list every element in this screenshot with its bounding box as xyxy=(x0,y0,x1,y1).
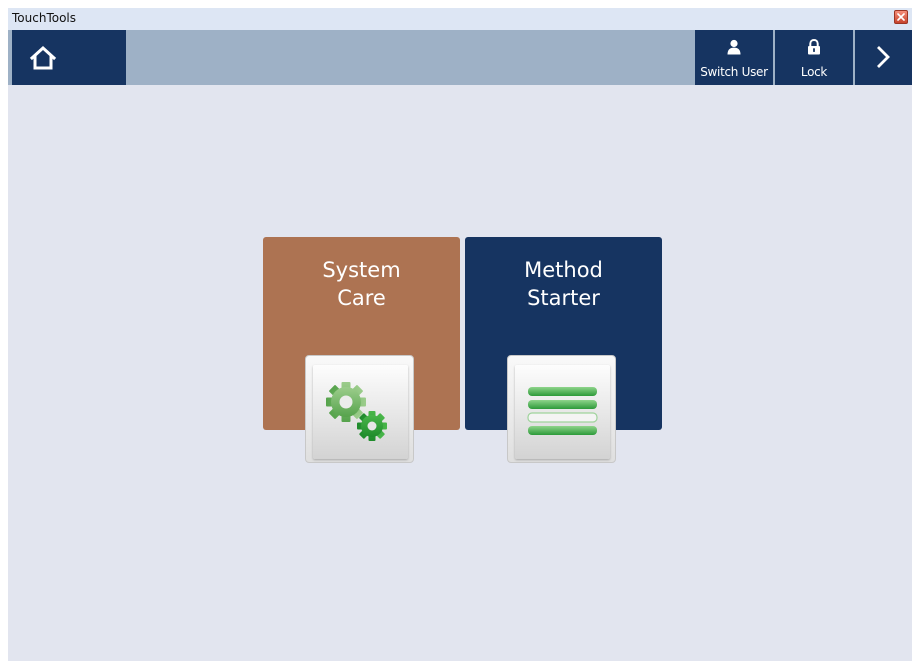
method-starter-tile[interactable]: Method Starter xyxy=(465,237,662,463)
list-icon xyxy=(527,387,598,435)
method-starter-title: Method Starter xyxy=(524,258,603,310)
top-toolbar: Switch User Lock xyxy=(8,30,912,85)
window-title: TouchTools xyxy=(12,11,77,25)
method-starter-icon-frame xyxy=(507,355,616,463)
switch-user-button[interactable]: Switch User xyxy=(695,30,773,85)
user-icon xyxy=(727,39,741,55)
system-care-title: System Care xyxy=(322,258,401,310)
home-button[interactable] xyxy=(12,30,126,85)
lock-icon xyxy=(808,38,820,55)
system-care-tile[interactable]: System Care xyxy=(263,237,460,463)
touchtools-window: TouchTools Switch User Lock System Care … xyxy=(8,8,912,661)
next-button[interactable] xyxy=(855,30,912,85)
gears-icon xyxy=(326,382,387,441)
title-bar: TouchTools xyxy=(8,8,912,31)
home-icon xyxy=(29,45,57,70)
lock-label: Lock xyxy=(800,65,828,79)
chevron-right-icon xyxy=(877,46,890,68)
system-care-icon-frame xyxy=(305,355,414,463)
lock-button[interactable]: Lock xyxy=(775,30,853,85)
switch-user-label: Switch User xyxy=(700,65,768,79)
close-button[interactable] xyxy=(894,10,908,24)
close-icon xyxy=(897,13,905,21)
